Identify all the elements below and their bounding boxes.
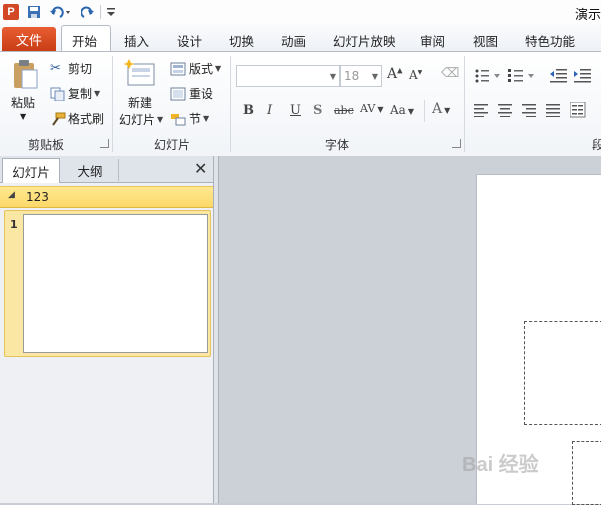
shrink-font-icon[interactable]: A▼ <box>409 68 422 82</box>
italic-button[interactable]: I <box>267 103 272 118</box>
watermark: Bai 经验 <box>462 440 601 500</box>
new-slide-icon[interactable] <box>124 58 158 88</box>
section-icon <box>171 113 186 125</box>
font-color-button[interactable]: A ▼ <box>432 101 450 117</box>
numbering-icon[interactable] <box>508 68 538 84</box>
copy-icon <box>50 87 65 101</box>
change-case-label: Aa <box>390 103 406 117</box>
layout-icon <box>170 62 186 75</box>
tab-slides[interactable]: 幻灯片 <box>2 158 60 183</box>
clipboard-launcher-icon[interactable] <box>100 139 109 148</box>
group-divider <box>464 56 465 152</box>
font-size-dropdown-icon: ▼ <box>371 71 378 81</box>
window-title: 演示 <box>574 8 601 23</box>
reset-icon <box>170 87 186 100</box>
tab-insert[interactable]: 插入 <box>124 31 149 50</box>
tab-special[interactable]: 特色功能 <box>525 31 575 50</box>
paste-button[interactable] <box>10 58 40 90</box>
font-name-dropdown-icon: ▼ <box>329 71 336 81</box>
increase-indent-icon[interactable] <box>574 68 592 84</box>
group-divider <box>230 56 231 152</box>
save-icon[interactable] <box>26 3 42 20</box>
copy-label: 复制 <box>68 87 93 101</box>
new-slide-dropdown-icon: ▼ <box>157 115 164 124</box>
tab-review[interactable]: 审阅 <box>420 31 445 50</box>
slide-thumbnail[interactable] <box>23 214 208 353</box>
format-painter-button[interactable]: 格式刷 <box>50 110 104 127</box>
layout-dropdown-icon: ▼ <box>215 64 222 73</box>
customize-qat-icon[interactable] <box>105 3 117 20</box>
reset-label: 重设 <box>189 87 214 101</box>
copy-dropdown-icon: ▼ <box>94 89 101 98</box>
tab-design[interactable]: 设计 <box>177 31 202 50</box>
tab-transitions[interactable]: 切换 <box>229 31 254 50</box>
close-pane-icon[interactable]: ✕ <box>194 159 207 178</box>
reset-button[interactable]: 重设 <box>170 85 213 102</box>
paste-label[interactable]: 粘贴 <box>11 94 35 111</box>
font-color-label: A <box>432 101 443 117</box>
layout-button[interactable]: 版式 ▼ <box>170 60 221 77</box>
character-spacing-label: AV <box>360 102 376 115</box>
paste-dropdown-icon[interactable]: ▼ <box>20 112 26 121</box>
tab-slideshow[interactable]: 幻灯片放映 <box>333 31 396 50</box>
tab-animations[interactable]: 动画 <box>281 31 306 50</box>
align-left-icon[interactable] <box>474 103 490 117</box>
qat-divider <box>100 5 101 19</box>
justify-icon[interactable] <box>546 103 562 117</box>
section-name: 123 <box>26 190 49 204</box>
paragraph-group-label: 段 <box>592 138 601 152</box>
shadow-button[interactable]: S <box>313 103 322 118</box>
align-center-icon[interactable] <box>498 103 514 117</box>
character-spacing-button[interactable]: AV ▼ <box>360 102 384 115</box>
slides-group-label: 幻灯片 <box>154 138 191 152</box>
format-painter-icon <box>52 112 66 126</box>
font-size-value: 18 <box>344 69 360 83</box>
layout-label: 版式 <box>189 62 214 76</box>
slide-number: 1 <box>10 218 18 231</box>
copy-button[interactable]: 复制 ▼ <box>50 85 100 102</box>
underline-button[interactable]: U <box>290 103 301 118</box>
section-label: 节 <box>189 112 202 126</box>
strikethrough-button[interactable]: abc <box>334 104 354 117</box>
section-dropdown-icon: ▼ <box>203 114 210 123</box>
tab-file[interactable]: 文件 <box>2 27 56 51</box>
change-case-button[interactable]: Aa ▼ <box>390 103 414 117</box>
clear-formatting-icon[interactable]: ⌫ <box>441 66 459 81</box>
bold-button[interactable]: B <box>243 103 254 118</box>
new-slide-dropdown[interactable]: 幻灯片 ▼ <box>119 111 163 128</box>
undo-icon[interactable] <box>48 3 72 20</box>
format-painter-label: 格式刷 <box>68 112 105 126</box>
title-placeholder[interactable] <box>524 321 601 425</box>
paste-icon <box>14 60 38 89</box>
section-header[interactable]: ◢ 123 <box>0 186 213 208</box>
font-subdivider <box>424 100 425 122</box>
font-name-combo[interactable]: ▼ <box>236 65 340 87</box>
redo-icon[interactable] <box>80 3 96 20</box>
grow-font-icon[interactable]: A▲ <box>387 66 403 82</box>
cut-button[interactable]: ✂ 剪切 <box>50 60 92 77</box>
cut-label: 剪切 <box>68 62 93 76</box>
group-divider <box>112 56 113 152</box>
font-group-label: 字体 <box>325 138 350 152</box>
clipboard-group-label: 剪贴板 <box>28 138 65 152</box>
tab-home[interactable]: 开始 <box>72 31 97 50</box>
collapse-section-icon[interactable]: ◢ <box>8 190 15 200</box>
powerpoint-logo-icon[interactable]: P <box>3 4 19 20</box>
decrease-indent-icon[interactable] <box>550 68 568 84</box>
tab-outline[interactable]: 大纲 <box>62 159 119 181</box>
scissors-icon: ✂ <box>50 61 61 76</box>
font-size-combo[interactable]: 18 ▼ <box>340 65 382 87</box>
tab-view[interactable]: 视图 <box>473 31 498 50</box>
new-slide-label-2: 幻灯片 <box>119 113 156 127</box>
watermark-text: Bai 经验 <box>462 454 539 476</box>
new-slide-label[interactable]: 新建 <box>128 94 152 111</box>
columns-icon[interactable] <box>570 102 586 118</box>
font-launcher-icon[interactable] <box>452 139 461 148</box>
section-button[interactable]: 节 ▼ <box>170 110 209 127</box>
align-right-icon[interactable] <box>522 103 538 117</box>
